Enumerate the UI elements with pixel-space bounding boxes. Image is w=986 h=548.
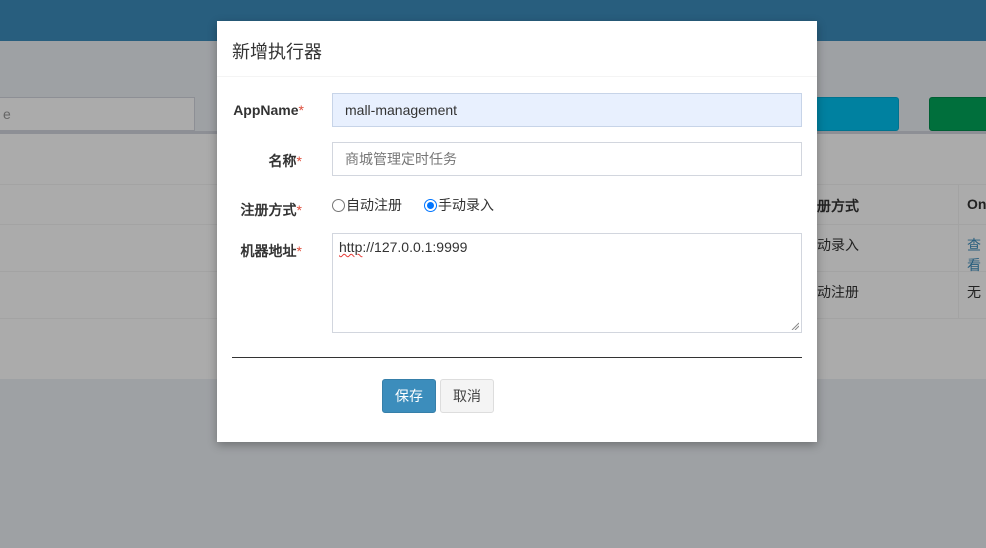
appname-input[interactable]: mall-management — [332, 93, 802, 127]
register-type-label: 注册方式* — [240, 202, 302, 218]
resize-grip-icon[interactable] — [791, 322, 799, 330]
add-executor-modal: 新增执行器 AppName* mall-management 名称* 商城管理定… — [217, 21, 817, 442]
modal-header: 新增执行器 — [217, 21, 817, 77]
radio-button-unchecked[interactable] — [332, 198, 345, 212]
required-mark: * — [296, 243, 302, 259]
required-mark: * — [298, 102, 304, 118]
radio-label: 手动录入 — [438, 197, 494, 213]
radio-manual-entry[interactable]: 手动录入 — [424, 195, 494, 215]
required-mark: * — [296, 202, 302, 218]
address-text: ://127.0.0.1:9999 — [362, 239, 468, 255]
cancel-button[interactable]: 取消 — [440, 379, 494, 413]
radio-button-checked[interactable] — [424, 198, 437, 212]
name-label: 名称* — [268, 153, 302, 169]
modal-title: 新增执行器 — [232, 42, 322, 62]
radio-auto-register[interactable]: 自动注册 — [332, 195, 402, 215]
save-button[interactable]: 保存 — [382, 379, 436, 413]
appname-label: AppName* — [233, 102, 304, 118]
radio-label: 自动注册 — [346, 197, 402, 213]
name-input[interactable]: 商城管理定时任务 — [332, 142, 802, 176]
address-label: 机器地址* — [240, 243, 302, 259]
register-type-radio-group: 自动注册 手动录入 — [332, 195, 516, 215]
form-divider — [232, 357, 802, 358]
required-mark: * — [296, 153, 302, 169]
address-text-misspelled: http — [339, 239, 363, 255]
address-textarea[interactable]: http://127.0.0.1:9999 — [332, 233, 802, 333]
